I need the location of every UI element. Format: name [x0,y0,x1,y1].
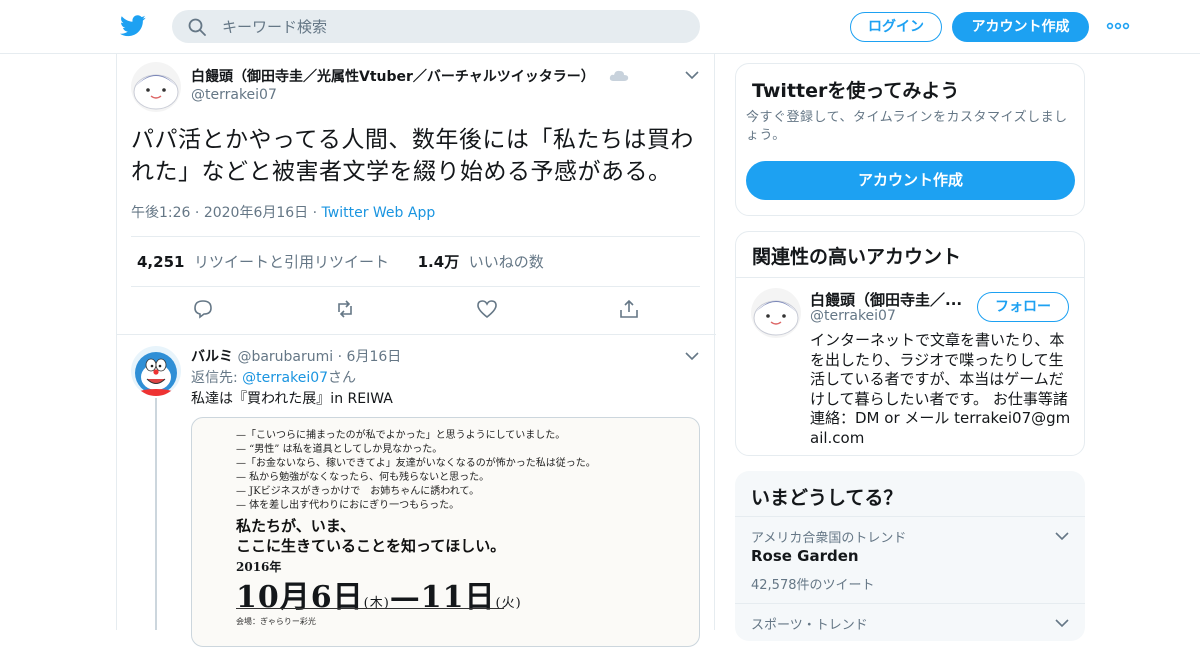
likes-label: いいねの数 [468,253,544,271]
related-accounts-card: 関連性の高いアカウント 白饅頭（御田寺圭／... @terrakei07 フォロ… [735,231,1085,456]
meta-separator: · [190,205,204,221]
poster-date-main: 10月6日 [236,580,364,615]
attached-image[interactable]: —「こいつらに捕まったのが私でよかった」と思うようにしていました。 — “男性”… [191,417,700,647]
manju-avatar-icon [751,288,801,338]
reply-author-handle[interactable]: @barubarumi [237,349,333,365]
like-icon[interactable] [476,298,498,320]
trend-name[interactable]: Rose Garden [751,547,859,565]
divider [735,603,1085,604]
poster-line: —「お金ないなら、稼いできてよ」友達がいなくなるのが怖かった私は従った。 [236,458,596,469]
divider [735,516,1085,517]
chevron-down-icon[interactable] [685,70,699,80]
card-title: いまどうしてる？ [751,487,903,509]
search-box[interactable] [172,10,700,43]
author-name[interactable]: 白饅頭（御田寺圭／光属性Vtuber／バーチャルツイッタラー） [191,66,595,86]
create-account-button[interactable]: アカウント作成 [746,161,1075,200]
poster-venue: 会場：ぎゃらりー彩光 [236,617,316,626]
card-description: 今すぐ登録して、タイムラインをカスタマイズしましょう。 [746,110,1068,143]
likes-count: 1.4万 [417,253,460,271]
reply-to: 返信先: @terrakei07さん [191,367,356,387]
tweet-source[interactable]: Twitter Web App [322,205,436,221]
likes-stat[interactable]: 1.4万 いいねの数 [418,253,544,271]
poster-date-dash: — [389,580,421,615]
reply-header: バルミ @barubarumi · 6月16日 [191,346,401,366]
login-button[interactable]: ログイン [850,12,942,42]
timeline-column: 白饅頭（御田寺圭／光属性Vtuber／バーチャルツイッタラー） @terrake… [116,54,716,647]
poster-headline: 私たちが、いま、 [236,517,356,535]
tweet-time[interactable]: 午後1:26 [131,205,190,221]
poster-line: — 体を差し出す代わりにおにぎり一つもらった。 [236,500,460,511]
retweets-label: リツイートと引用リツイート [194,253,390,271]
card-title: Twitterを使ってみよう [752,80,960,102]
reply-to-suffix: さん [328,370,357,386]
related-account-handle[interactable]: @terrakei07 [810,308,896,324]
poster-line: —「こいつらに捕まったのが私でよかった」と思うようにしていました。 [236,430,566,441]
trends-card: いまどうしてる？ アメリカ合衆国のトレンド Rose Garden 42,578… [735,471,1085,641]
related-account-name[interactable]: 白饅頭（御田寺圭／... [810,289,962,310]
signup-card: Twitterを使ってみよう 今すぐ登録して、タイムラインをカスタマイズしましょ… [735,63,1085,216]
tweet-text: パパ活とかやってる人間、数年後には「私たちは買われた」などと被害者文学を綴り始め… [131,127,694,185]
chevron-down-icon[interactable] [1055,531,1069,541]
poster-rule [236,608,504,609]
tweet-timestamp: 午後1:26 · 2020年6月16日 · Twitter Web App [131,202,435,222]
signup-button[interactable]: アカウント作成 [952,12,1089,42]
retweets-stat[interactable]: 4,251 リツイートと引用リツイート [137,253,389,271]
search-input[interactable] [222,10,682,43]
avatar[interactable] [131,62,181,112]
poster-line: — JKビジネスがきっかけで お姉ちゃんに誘われて。 [236,486,480,497]
cloud-icon [609,70,629,81]
card-title: 関連性の高いアカウント [752,246,962,268]
reply-to-label: 返信先: [191,370,238,386]
tweet-date[interactable]: 2020年6月16日 [204,205,308,221]
chevron-down-icon[interactable] [1055,618,1069,628]
meta-separator: · [308,205,322,221]
thread-line [155,398,157,630]
trend-count: 42,578件のツイート [751,578,875,593]
poster-line: — “男性” は私を道具としてしか見なかった。 [236,444,443,455]
related-account-bio: インターネットで文章を書いたり、本を出したり、ラジオで喋ったりして生活している者… [810,331,1071,447]
poster-date: 10月6日(木)—11日(火) [236,572,522,616]
search-icon [188,18,206,36]
avatar[interactable] [751,288,801,338]
divider [131,286,700,287]
cat-avatar-icon [131,346,181,396]
reply-author-name[interactable]: バルミ [191,349,233,365]
avatar[interactable] [131,346,181,396]
retweets-count: 4,251 [137,253,185,271]
reply-text: 私達は『買われた展』in REIWA [191,391,393,407]
reply-icon[interactable] [192,298,214,320]
divider [131,236,700,237]
chevron-down-icon[interactable] [685,351,699,361]
poster-headline: ここに生きていることを知ってほしい。 [236,537,506,555]
tweet-stats: 4,251 リツイートと引用リツイート 1.4万 いいねの数 [137,251,544,272]
poster-line: — 私から勉強がなくなったら、何も残らないと思った。 [236,472,490,483]
meta-separator: · [333,349,347,365]
share-icon[interactable] [618,298,640,320]
manju-avatar-icon [131,62,181,112]
trend-context: スポーツ・トレンド [751,618,868,633]
author-handle[interactable]: @terrakei07 [191,87,277,103]
divider [736,277,1084,278]
reply-date[interactable]: 6月16日 [347,349,402,365]
twitter-bird-icon[interactable] [120,14,146,38]
more-icon[interactable] [1106,18,1130,34]
top-bar: ログイン アカウント作成 [0,0,1200,54]
follow-button[interactable]: フォロー [977,292,1069,322]
retweet-icon[interactable] [334,298,356,320]
reply-to-handle[interactable]: @terrakei07 [242,370,328,386]
trend-context: アメリカ合衆国のトレンド [751,531,907,546]
poster-date-end: 11日 [420,580,496,615]
divider [117,334,716,335]
tweet-actions [117,298,716,324]
